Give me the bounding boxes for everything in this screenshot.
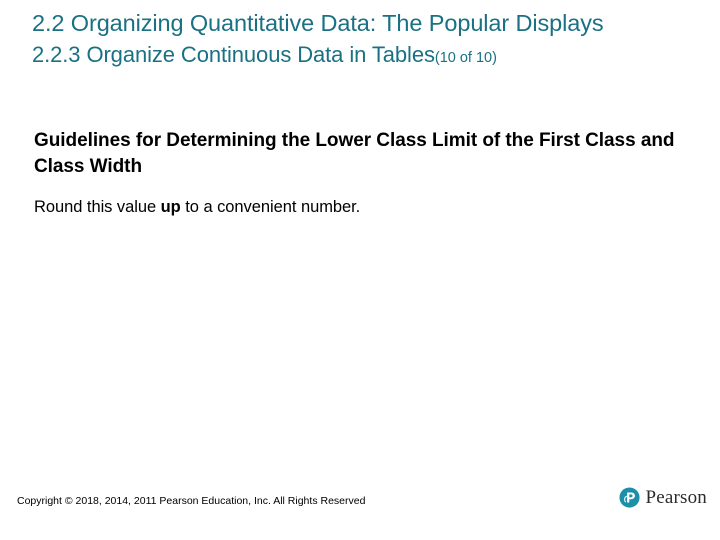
pearson-p-circle-icon — [619, 487, 640, 508]
body-paragraph: Round this value up to a convenient numb… — [34, 196, 679, 219]
body-paragraph-part-1: Round this value — [34, 198, 161, 216]
copyright-notice: Copyright © 2018, 2014, 2011 Pearson Edu… — [17, 495, 366, 507]
body-heading: Guidelines for Determining the Lower Cla… — [34, 130, 675, 177]
slide-subtitle-text: 2.2.3 Organize Continuous Data in Tables — [32, 42, 435, 67]
slide-body-block: Guidelines for Determining the Lower Cla… — [34, 128, 679, 219]
slide-progress-count: (10 of 10) — [434, 50, 497, 66]
slide-subtitle: 2.2.3 Organize Continuous Data in Tables… — [32, 40, 682, 73]
slide-canvas: 2.2 Organizing Quantitative Data: The Po… — [0, 0, 720, 540]
pearson-logo: Pearson — [619, 487, 707, 508]
slide-footer: Copyright © 2018, 2014, 2011 Pearson Edu… — [0, 484, 720, 540]
pearson-wordmark: Pearson — [645, 487, 707, 508]
slide-title-block: 2.2 Organizing Quantitative Data: The Po… — [32, 8, 682, 73]
body-paragraph-emphasis: up — [160, 198, 181, 216]
page-title: 2.2 Organizing Quantitative Data: The Po… — [32, 10, 604, 36]
body-paragraph-part-2: to a convenient number. — [180, 198, 361, 216]
